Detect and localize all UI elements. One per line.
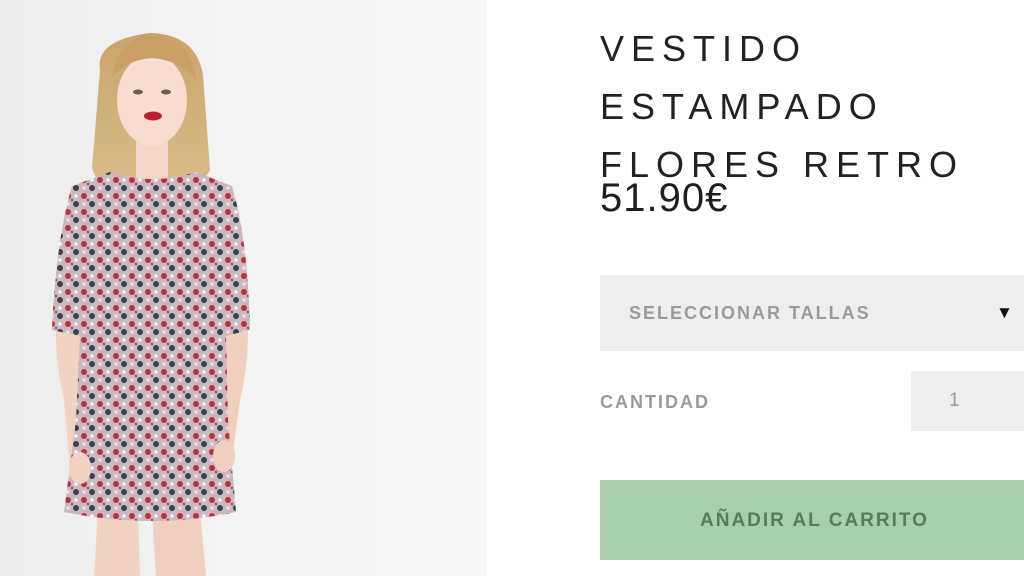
model-illustration	[52, 33, 250, 576]
quantity-label: CANTIDAD	[600, 392, 710, 412]
product-photo	[0, 0, 487, 576]
add-to-cart-button[interactable]: AÑADIR AL CARRITO	[600, 480, 1024, 560]
quantity-input[interactable]	[911, 371, 1024, 431]
size-select-label: SELECCIONAR TALLAS	[629, 303, 871, 323]
caret-down-icon: ▼	[996, 303, 1013, 322]
product-title: VESTIDO ESTAMPADO FLORES RETRO	[600, 28, 965, 185]
add-to-cart-label: AÑADIR AL CARRITO	[700, 510, 929, 531]
size-select-dropdown[interactable]: SELECCIONAR TALLAS ▼	[600, 275, 1024, 351]
product-price: 51.90€	[600, 176, 729, 220]
